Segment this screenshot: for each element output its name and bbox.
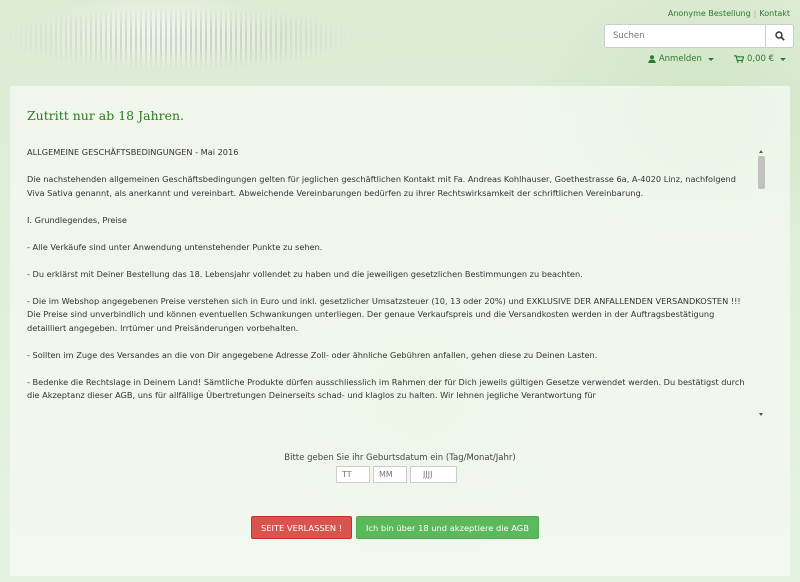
dob-fields bbox=[336, 466, 457, 483]
chevron-down-icon bbox=[707, 57, 714, 61]
age-gate-panel: Zutritt nur ab 18 Jahren. ALLGEMEINE GES… bbox=[10, 86, 790, 576]
dob-month-field[interactable] bbox=[373, 466, 407, 483]
search-button[interactable] bbox=[765, 25, 793, 47]
terms-paragraph: - Sollten im Zuge des Versandes an die v… bbox=[27, 349, 598, 360]
terms-paragraph: - Du erklärst mit Deiner Bestellung das … bbox=[27, 268, 583, 279]
link-separator: | bbox=[753, 9, 757, 18]
terms-text-area[interactable]: ALLGEMEINE GESCHÄFTSBEDINGUNGEN - Mai 20… bbox=[27, 146, 767, 418]
top-links: Anonyme Bestellung | Kontakt bbox=[668, 9, 790, 18]
terms-scrollbar[interactable] bbox=[757, 148, 766, 418]
site-logo[interactable] bbox=[0, 0, 560, 80]
terms-paragraph: - Bedenke die Rechtslage in Deinem Land!… bbox=[27, 376, 745, 401]
terms-paragraph: I. Grundlegendes, Preise bbox=[27, 214, 127, 225]
cart-total: 0,00 € bbox=[746, 54, 774, 64]
age-gate-actions: SEITE VERLASSEN ! Ich bin über 18 und ak… bbox=[251, 516, 539, 539]
terms-paragraph: ALLGEMEINE GESCHÄFTSBEDINGUNGEN - Mai 20… bbox=[27, 147, 239, 157]
scroll-up-icon[interactable] bbox=[759, 150, 763, 153]
scroll-down-icon[interactable] bbox=[759, 413, 763, 416]
search-icon bbox=[774, 31, 785, 41]
dob-label: Bitte geben Sie ihr Geburtsdatum ein (Ta… bbox=[284, 453, 516, 463]
user-icon bbox=[648, 55, 656, 63]
user-nav: Anmelden 0,00 € bbox=[648, 54, 786, 64]
page-title: Zutritt nur ab 18 Jahren. bbox=[27, 108, 185, 123]
search-input[interactable] bbox=[605, 25, 765, 47]
dob-year-field[interactable] bbox=[410, 466, 457, 483]
scrollbar-thumb[interactable] bbox=[758, 156, 765, 189]
accept-terms-button[interactable]: Ich bin über 18 und akzeptiere die AGB bbox=[356, 516, 539, 539]
leave-site-button[interactable]: SEITE VERLASSEN ! bbox=[251, 516, 353, 539]
cart-icon bbox=[733, 55, 744, 63]
login-dropdown[interactable]: Anmelden bbox=[648, 54, 714, 64]
login-label: Anmelden bbox=[658, 54, 702, 64]
chevron-down-icon bbox=[780, 57, 786, 61]
anonymous-order-link[interactable]: Anonyme Bestellung bbox=[668, 9, 751, 18]
dob-day-field[interactable] bbox=[336, 466, 370, 483]
terms-paragraph: - Alle Verkäufe sind unter Anwendung unt… bbox=[27, 241, 323, 252]
search-box bbox=[604, 24, 794, 48]
contact-link[interactable]: Kontakt bbox=[759, 9, 790, 18]
cart-dropdown[interactable]: 0,00 € bbox=[733, 54, 786, 64]
terms-paragraph: - Die im Webshop angegebenen Preise vers… bbox=[27, 295, 741, 333]
terms-paragraph: Die nachstehenden allgemeinen Geschäftsb… bbox=[27, 174, 736, 198]
